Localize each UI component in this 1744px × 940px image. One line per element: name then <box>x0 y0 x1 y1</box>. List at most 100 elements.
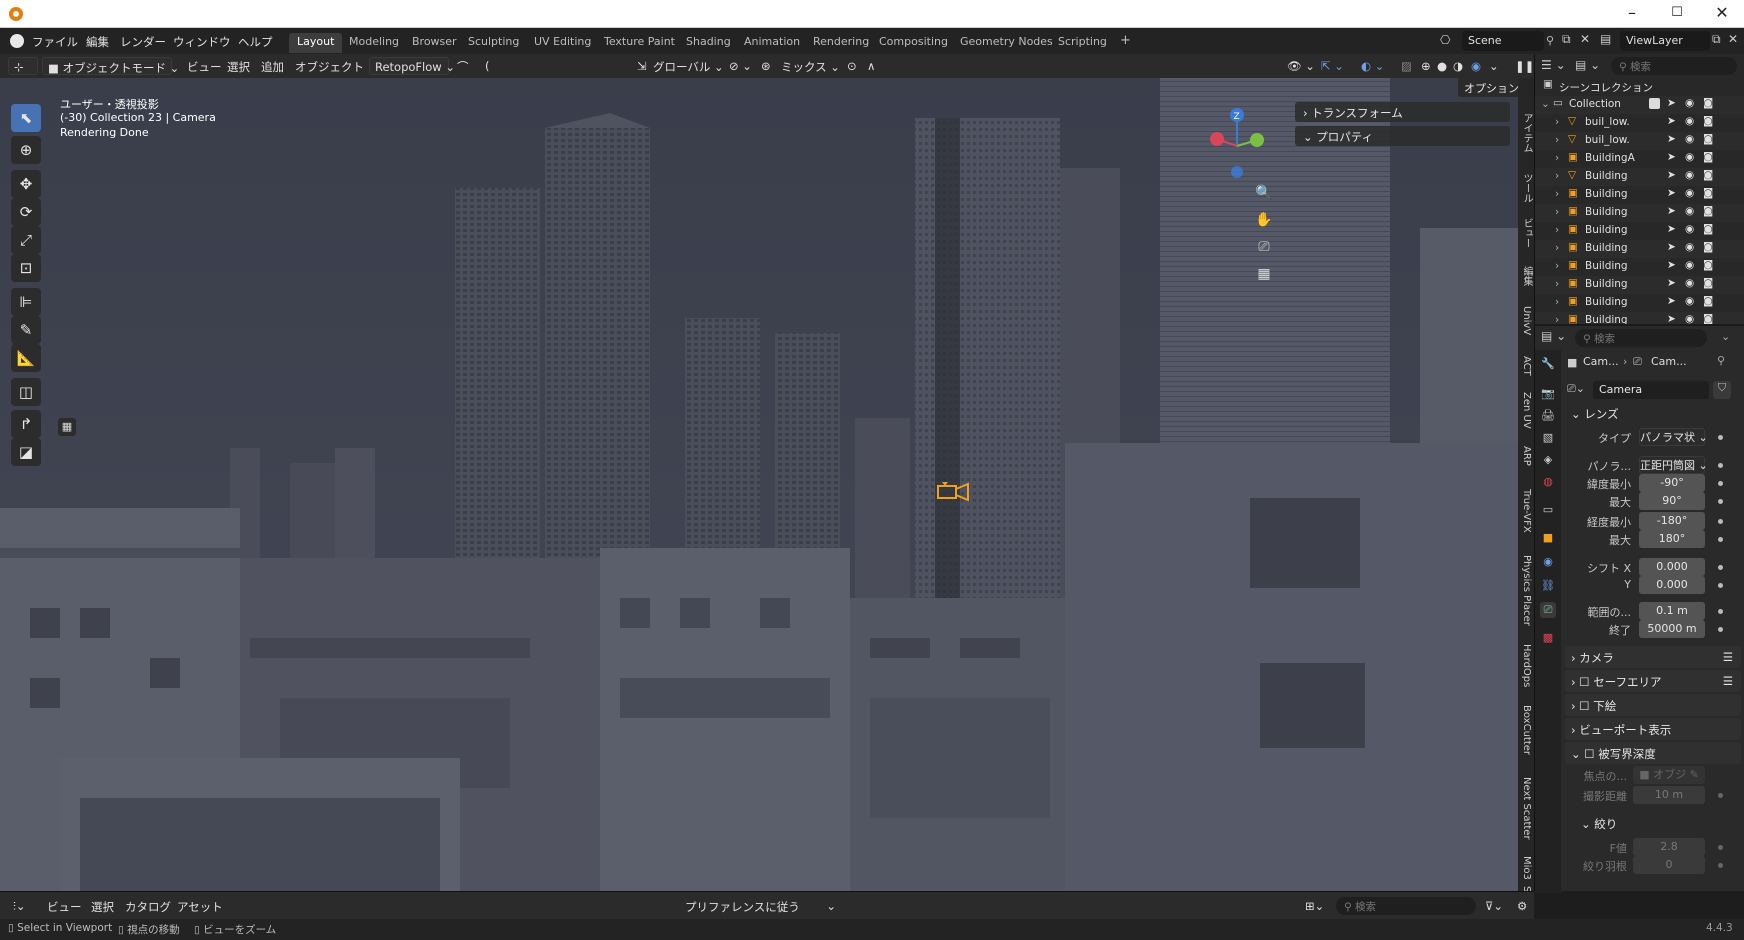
properties-search-input[interactable]: ⚲ 検索 <box>1575 329 1707 347</box>
render-camera-icon[interactable]: ◙ <box>1703 241 1713 253</box>
tool-select-icon[interactable]: ⬉ <box>11 104 41 132</box>
asset-search-input[interactable]: ⚲ 検索 <box>1336 897 1476 915</box>
workspace-tab-sculpting[interactable]: Sculpting <box>460 33 527 53</box>
new-viewlayer-icon[interactable]: ⧉ <box>1712 32 1721 47</box>
outliner-object-row[interactable]: › ▣ Building ➤ ◉ ◙ <box>1535 240 1744 258</box>
focus-distance-keyframe-dot[interactable] <box>1718 793 1723 798</box>
outliner-editor-icon[interactable]: ☰ ⌄ <box>1541 58 1566 72</box>
outliner-object-row[interactable]: › ▣ Building ➤ ◉ ◙ <box>1535 276 1744 294</box>
tab-world-icon[interactable]: ◍ <box>1540 474 1556 490</box>
scene-selector[interactable]: Scene <box>1462 31 1544 51</box>
navigation-gizmo[interactable]: Z <box>1205 106 1275 181</box>
tab-arp[interactable]: ARP <box>1518 438 1534 473</box>
options-dropdown[interactable]: オプション ⌄ <box>1458 78 1518 97</box>
tab-next-scatter[interactable]: Next Scatter <box>1518 768 1534 848</box>
tab-tool-icon[interactable]: 🔧 <box>1540 356 1556 372</box>
fstop-field[interactable]: 2.8 <box>1633 838 1705 856</box>
delete-viewlayer-icon[interactable]: ✕ <box>1728 32 1738 46</box>
shading-options-icon[interactable]: ⌄ <box>1484 57 1504 75</box>
tab-mio3[interactable]: Mio3 <box>1518 853 1534 883</box>
asset-menu-select[interactable]: 選択 <box>86 897 119 915</box>
tool-move-icon[interactable]: ✥ <box>11 170 41 198</box>
tool-align-icon[interactable]: ⊫ <box>11 288 41 316</box>
menu-select[interactable]: 選択 <box>222 57 255 75</box>
clip-start-keyframe-dot[interactable] <box>1718 609 1723 614</box>
menu-render[interactable]: レンダー <box>114 32 172 52</box>
tab-zen-uv[interactable]: Zen UV <box>1518 388 1534 433</box>
outliner-object-row[interactable]: › ▽ buil_low. ➤ ◉ ◙ <box>1535 132 1744 150</box>
focus-object-field[interactable]: ■ オブジ ✎ <box>1633 766 1705 784</box>
expand-icon[interactable]: › <box>1555 260 1559 272</box>
expand-icon[interactable]: › <box>1555 242 1559 254</box>
falloff-icon[interactable]: ∧ <box>862 57 880 75</box>
tool-measure-icon[interactable]: 📐 <box>11 344 41 372</box>
expand-icon[interactable]: › <box>1555 278 1559 290</box>
select-arrow-icon[interactable]: ➤ <box>1667 241 1676 253</box>
camera-datablock-icon[interactable]: ⎚⌄ <box>1567 382 1585 396</box>
eye-icon[interactable]: ◉ <box>1685 241 1694 253</box>
include-checkbox[interactable] <box>1649 98 1660 109</box>
clip-start-field[interactable]: 0.1 m <box>1639 602 1705 620</box>
render-camera-icon[interactable]: ◙ <box>1703 97 1713 109</box>
select-arrow-icon[interactable]: ➤ <box>1667 97 1676 109</box>
outliner-object-row[interactable]: › ▣ Building ➤ ◉ ◙ <box>1535 186 1744 204</box>
safe-areas-presets-icon[interactable]: ☰ <box>1723 674 1733 688</box>
shift-y-field[interactable]: 0.000 <box>1639 576 1705 594</box>
tab-render-icon[interactable]: 📷 <box>1540 386 1556 402</box>
select-arrow-icon[interactable]: ➤ <box>1667 223 1676 235</box>
camera-object-icon[interactable] <box>934 480 974 504</box>
eye-icon[interactable]: ◉ <box>1685 205 1694 217</box>
workspace-tab-compositing[interactable]: Compositing <box>871 33 956 53</box>
outliner-object-row[interactable]: › ▣ BuildingA ➤ ◉ ◙ <box>1535 150 1744 168</box>
workspace-tab-scripting[interactable]: Scripting <box>1050 33 1115 53</box>
workspace-tab-layout[interactable]: Layout <box>289 33 343 53</box>
eye-icon[interactable]: ◉ <box>1685 259 1694 271</box>
tool-cursor-icon[interactable]: ⊕ <box>11 136 41 164</box>
asset-display-icon[interactable]: ⊞⌄ <box>1300 897 1329 915</box>
render-camera-icon[interactable]: ◙ <box>1703 133 1713 145</box>
outliner-object-row[interactable]: › ▣ Building ➤ ◉ ◙ <box>1535 294 1744 312</box>
outliner-search-input[interactable]: ⚲ 検索 <box>1611 57 1737 75</box>
transform-panel-header[interactable]: › トランスフォーム <box>1295 102 1510 122</box>
add-workspace-button[interactable]: + <box>1112 31 1139 51</box>
outliner-object-row[interactable]: › ▽ buil_low. ➤ ◉ ◙ <box>1535 114 1744 132</box>
safe-areas-panel-header[interactable]: › ☐ セーフエリア ☰ <box>1565 670 1741 692</box>
select-arrow-icon[interactable]: ➤ <box>1667 277 1676 289</box>
menu-file[interactable]: ファイル <box>26 32 84 52</box>
asset-editor-type-icon[interactable]: ⫶⌄ <box>8 897 31 915</box>
render-camera-icon[interactable]: ◙ <box>1703 205 1713 217</box>
select-arrow-icon[interactable]: ➤ <box>1667 259 1676 271</box>
tab-edit[interactable]: 編集 <box>1518 258 1534 293</box>
type-dropdown[interactable]: パノラマ状 ⌄ <box>1639 428 1708 446</box>
tab-scene-icon[interactable]: ◈ <box>1540 452 1556 468</box>
asset-settings-gear-icon[interactable]: ⚙ <box>1512 897 1532 915</box>
menu-object[interactable]: オブジェクト <box>290 57 369 75</box>
properties-editor-icon[interactable]: ▤ ⌄ <box>1541 329 1566 343</box>
blades-keyframe-dot[interactable] <box>1718 863 1723 868</box>
tab-physics-icon[interactable]: ◉ <box>1540 554 1556 570</box>
lat-min-field[interactable]: -90° <box>1639 474 1705 492</box>
tool-curve-icon[interactable]: ↱ <box>11 410 41 438</box>
expand-icon[interactable]: › <box>1555 170 1559 182</box>
type-keyframe-dot[interactable] <box>1718 435 1723 440</box>
select-arrow-icon[interactable]: ➤ <box>1667 133 1676 145</box>
minimize-button[interactable]: – <box>1610 0 1654 28</box>
menu-add[interactable]: 追加 <box>256 57 289 75</box>
select-arrow-icon[interactable]: ➤ <box>1667 187 1676 199</box>
tool-add-cube-icon[interactable]: ◫ <box>11 378 41 406</box>
render-camera-icon[interactable]: ◙ <box>1703 169 1713 181</box>
render-camera-icon[interactable]: ◙ <box>1703 151 1713 163</box>
blades-field[interactable]: 0 <box>1633 856 1705 874</box>
outliner-object-row[interactable]: › ▽ Building ➤ ◉ ◙ <box>1535 168 1744 186</box>
workspace-tab-rendering[interactable]: Rendering <box>805 33 877 53</box>
tab-tool[interactable]: ツール <box>1518 168 1534 208</box>
eye-icon[interactable]: ◉ <box>1685 169 1694 181</box>
shift-x-field[interactable]: 0.000 <box>1639 558 1705 576</box>
pan-hand-icon[interactable]: ✋ <box>1252 208 1276 232</box>
mode-selector[interactable]: ■ オブジェクトモード ⌄ <box>42 57 179 75</box>
tab-collection-icon[interactable]: ▭ <box>1540 502 1556 518</box>
shift-y-keyframe-dot[interactable] <box>1718 583 1723 588</box>
outliner-collection[interactable]: ⌄ ▭ Collection ➤ ◉ ◙ <box>1535 96 1744 114</box>
focus-distance-field[interactable]: 10 m <box>1633 786 1705 804</box>
snap-icon[interactable]: ⌒ <box>452 57 474 75</box>
